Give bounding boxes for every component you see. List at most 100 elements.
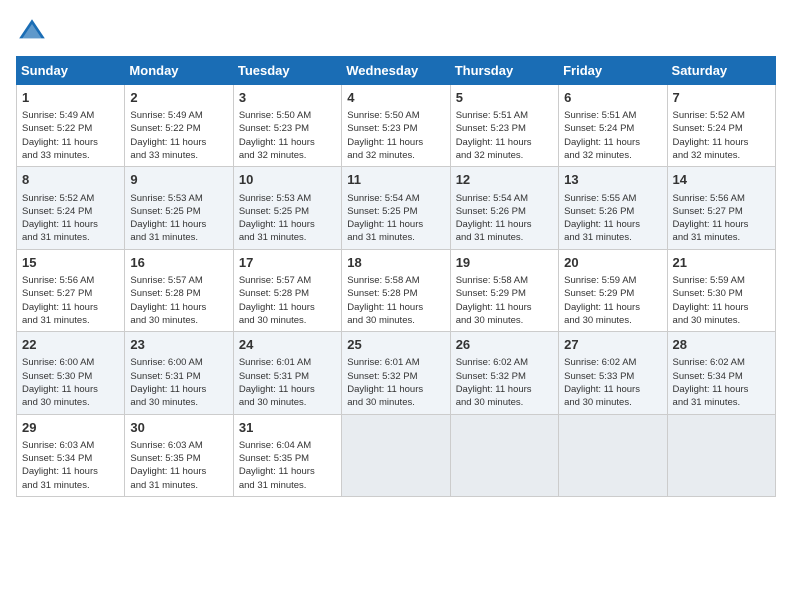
day-info: Sunrise: 5:53 AMSunset: 5:25 PMDaylight:…: [130, 193, 206, 244]
day-number: 13: [564, 171, 661, 189]
calendar-cell: 3 Sunrise: 5:50 AMSunset: 5:23 PMDaylight…: [233, 85, 341, 167]
calendar-cell: 13 Sunrise: 5:55 AMSunset: 5:26 PMDayligh…: [559, 167, 667, 249]
calendar-week-row: 1 Sunrise: 5:49 AMSunset: 5:22 PMDaylight…: [17, 85, 776, 167]
day-info: Sunrise: 5:59 AMSunset: 5:30 PMDaylight:…: [673, 275, 749, 326]
col-header-thursday: Thursday: [450, 57, 558, 85]
calendar-cell: 7 Sunrise: 5:52 AMSunset: 5:24 PMDaylight…: [667, 85, 775, 167]
day-info: Sunrise: 5:52 AMSunset: 5:24 PMDaylight:…: [673, 110, 749, 161]
col-header-friday: Friday: [559, 57, 667, 85]
calendar-cell: 1 Sunrise: 5:49 AMSunset: 5:22 PMDaylight…: [17, 85, 125, 167]
calendar-table: SundayMondayTuesdayWednesdayThursdayFrid…: [16, 56, 776, 497]
day-number: 28: [673, 336, 770, 354]
calendar-cell: 22 Sunrise: 6:00 AMSunset: 5:30 PMDayligh…: [17, 332, 125, 414]
calendar-cell: 19 Sunrise: 5:58 AMSunset: 5:29 PMDayligh…: [450, 249, 558, 331]
day-number: 6: [564, 89, 661, 107]
calendar-cell: 21 Sunrise: 5:59 AMSunset: 5:30 PMDayligh…: [667, 249, 775, 331]
calendar-cell: 6 Sunrise: 5:51 AMSunset: 5:24 PMDaylight…: [559, 85, 667, 167]
day-info: Sunrise: 5:51 AMSunset: 5:23 PMDaylight:…: [456, 110, 532, 161]
calendar-cell: [342, 414, 450, 496]
day-number: 16: [130, 254, 227, 272]
calendar-cell: [667, 414, 775, 496]
calendar-cell: 12Sunrise: 5:54 AMSunset: 5:26 PMDayligh…: [450, 167, 558, 249]
day-info: Sunrise: 5:54 AMSunset: 5:26 PMDaylight:…: [456, 193, 532, 244]
day-info: Sunrise: 5:50 AMSunset: 5:23 PMDaylight:…: [239, 110, 315, 161]
day-number: 20: [564, 254, 661, 272]
day-number: 1: [22, 89, 119, 107]
calendar-week-row: 8 Sunrise: 5:52 AMSunset: 5:24 PMDaylight…: [17, 167, 776, 249]
calendar-cell: 8 Sunrise: 5:52 AMSunset: 5:24 PMDaylight…: [17, 167, 125, 249]
day-info: Sunrise: 6:02 AMSunset: 5:33 PMDaylight:…: [564, 357, 640, 408]
calendar-cell: 31 Sunrise: 6:04 AMSunset: 5:35 PMDayligh…: [233, 414, 341, 496]
day-number: 3: [239, 89, 336, 107]
day-number: 7: [673, 89, 770, 107]
day-number: 17: [239, 254, 336, 272]
calendar-cell: 28 Sunrise: 6:02 AMSunset: 5:34 PMDayligh…: [667, 332, 775, 414]
calendar-cell: 5Sunrise: 5:51 AMSunset: 5:23 PMDaylight…: [450, 85, 558, 167]
day-number: 30: [130, 419, 227, 437]
day-number: 31: [239, 419, 336, 437]
day-info: Sunrise: 5:54 AMSunset: 5:25 PMDaylight:…: [347, 193, 423, 244]
calendar-cell: 9 Sunrise: 5:53 AMSunset: 5:25 PMDaylight…: [125, 167, 233, 249]
day-info: Sunrise: 6:03 AMSunset: 5:35 PMDaylight:…: [130, 440, 206, 491]
calendar-header-row: SundayMondayTuesdayWednesdayThursdayFrid…: [17, 57, 776, 85]
day-info: Sunrise: 5:51 AMSunset: 5:24 PMDaylight:…: [564, 110, 640, 161]
day-info: Sunrise: 6:03 AMSunset: 5:34 PMDaylight:…: [22, 440, 98, 491]
col-header-monday: Monday: [125, 57, 233, 85]
calendar-cell: 16 Sunrise: 5:57 AMSunset: 5:28 PMDayligh…: [125, 249, 233, 331]
day-number: 27: [564, 336, 661, 354]
calendar-cell: 20Sunrise: 5:59 AMSunset: 5:29 PMDayligh…: [559, 249, 667, 331]
calendar-week-row: 29 Sunrise: 6:03 AMSunset: 5:34 PMDayligh…: [17, 414, 776, 496]
day-info: Sunrise: 6:00 AMSunset: 5:31 PMDaylight:…: [130, 357, 206, 408]
day-number: 21: [673, 254, 770, 272]
calendar-cell: [450, 414, 558, 496]
day-number: 19: [456, 254, 553, 272]
day-info: Sunrise: 5:50 AMSunset: 5:23 PMDaylight:…: [347, 110, 423, 161]
day-number: 18: [347, 254, 444, 272]
calendar-cell: 18 Sunrise: 5:58 AMSunset: 5:28 PMDayligh…: [342, 249, 450, 331]
calendar-cell: 14 Sunrise: 5:56 AMSunset: 5:27 PMDayligh…: [667, 167, 775, 249]
day-number: 25: [347, 336, 444, 354]
day-info: Sunrise: 5:56 AMSunset: 5:27 PMDaylight:…: [22, 275, 98, 326]
day-number: 26: [456, 336, 553, 354]
day-number: 4: [347, 89, 444, 107]
day-number: 9: [130, 171, 227, 189]
day-info: Sunrise: 5:55 AMSunset: 5:26 PMDaylight:…: [564, 193, 640, 244]
day-info: Sunrise: 5:49 AMSunset: 5:22 PMDaylight:…: [130, 110, 206, 161]
logo-icon: [16, 16, 48, 48]
calendar-cell: 30 Sunrise: 6:03 AMSunset: 5:35 PMDayligh…: [125, 414, 233, 496]
day-number: 29: [22, 419, 119, 437]
day-info: Sunrise: 5:53 AMSunset: 5:25 PMDaylight:…: [239, 193, 315, 244]
col-header-sunday: Sunday: [17, 57, 125, 85]
col-header-saturday: Saturday: [667, 57, 775, 85]
day-info: Sunrise: 5:58 AMSunset: 5:28 PMDaylight:…: [347, 275, 423, 326]
calendar-cell: 27 Sunrise: 6:02 AMSunset: 5:33 PMDayligh…: [559, 332, 667, 414]
day-info: Sunrise: 5:58 AMSunset: 5:29 PMDaylight:…: [456, 275, 532, 326]
col-header-tuesday: Tuesday: [233, 57, 341, 85]
day-info: Sunrise: 6:02 AMSunset: 5:34 PMDaylight:…: [673, 357, 749, 408]
day-info: Sunrise: 5:56 AMSunset: 5:27 PMDaylight:…: [673, 193, 749, 244]
day-number: 2: [130, 89, 227, 107]
day-info: Sunrise: 6:01 AMSunset: 5:31 PMDaylight:…: [239, 357, 315, 408]
day-info: Sunrise: 6:02 AMSunset: 5:32 PMDaylight:…: [456, 357, 532, 408]
calendar-cell: 15 Sunrise: 5:56 AMSunset: 5:27 PMDayligh…: [17, 249, 125, 331]
day-info: Sunrise: 5:49 AMSunset: 5:22 PMDaylight:…: [22, 110, 98, 161]
day-info: Sunrise: 5:52 AMSunset: 5:24 PMDaylight:…: [22, 193, 98, 244]
day-number: 8: [22, 171, 119, 189]
page-header: [16, 16, 776, 48]
calendar-cell: 2 Sunrise: 5:49 AMSunset: 5:22 PMDaylight…: [125, 85, 233, 167]
day-number: 22: [22, 336, 119, 354]
calendar-week-row: 15 Sunrise: 5:56 AMSunset: 5:27 PMDayligh…: [17, 249, 776, 331]
calendar-cell: 26 Sunrise: 6:02 AMSunset: 5:32 PMDayligh…: [450, 332, 558, 414]
calendar-cell: [559, 414, 667, 496]
day-number: 14: [673, 171, 770, 189]
calendar-cell: 17Sunrise: 5:57 AMSunset: 5:28 PMDayligh…: [233, 249, 341, 331]
day-info: Sunrise: 6:00 AMSunset: 5:30 PMDaylight:…: [22, 357, 98, 408]
calendar-cell: 11 Sunrise: 5:54 AMSunset: 5:25 PMDayligh…: [342, 167, 450, 249]
logo: [16, 16, 52, 48]
day-number: 23: [130, 336, 227, 354]
day-number: 11: [347, 171, 444, 189]
day-info: Sunrise: 5:57 AMSunset: 5:28 PMDaylight:…: [130, 275, 206, 326]
calendar-cell: 24Sunrise: 6:01 AMSunset: 5:31 PMDayligh…: [233, 332, 341, 414]
day-info: Sunrise: 6:04 AMSunset: 5:35 PMDaylight:…: [239, 440, 315, 491]
day-number: 15: [22, 254, 119, 272]
